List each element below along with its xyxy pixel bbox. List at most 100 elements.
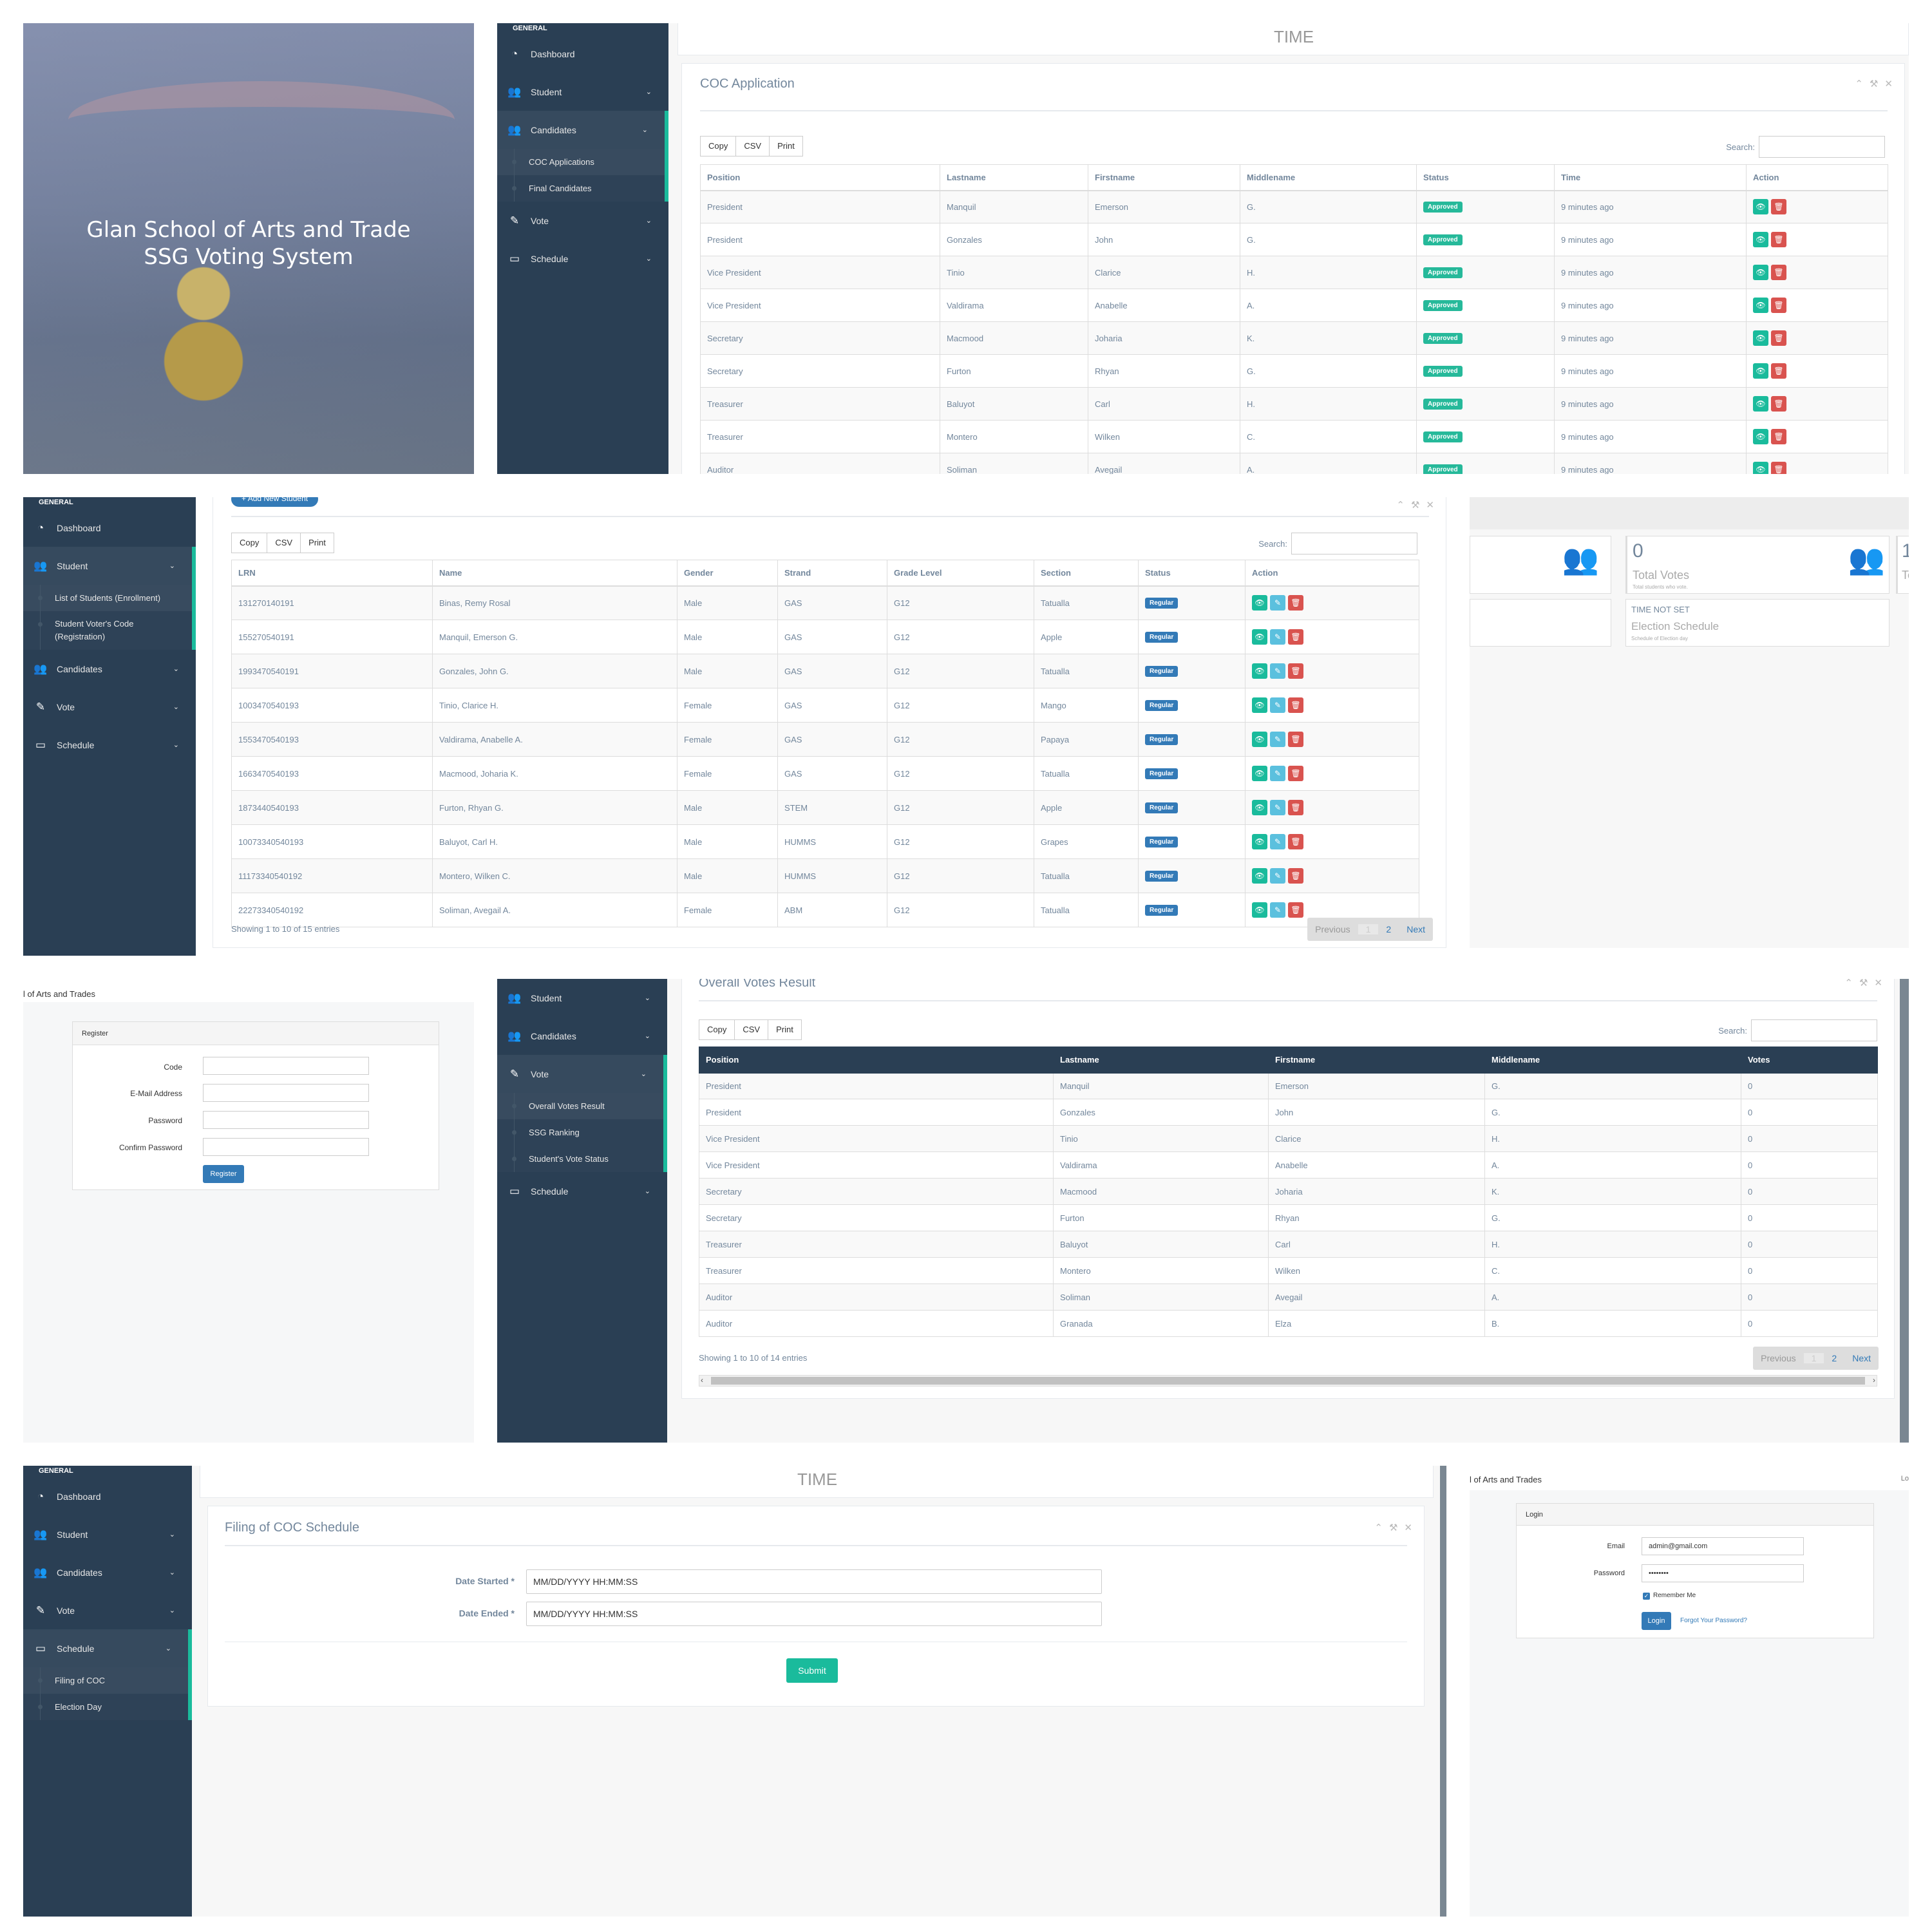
view-icon[interactable]: 👁 [1252,629,1267,645]
date-ended-input[interactable]: MM/DD/YYYY HH:MM:SS [526,1602,1102,1626]
column-header[interactable]: Status [1138,560,1245,587]
sidebar-item-schedule[interactable]: ▭ Schedule ⌄ [497,1172,667,1210]
close-icon[interactable]: ✕ [1884,79,1899,90]
scroll-left-icon[interactable]: ‹ [701,1376,703,1385]
column-header[interactable]: Position [700,164,940,191]
sidebar-item-vote[interactable]: ✎ Vote ⌄ [497,1055,667,1093]
edit-icon[interactable]: ✎ [1270,732,1285,747]
sidebar-item-dashboard[interactable]: ◔ Dashboard [23,1477,192,1515]
panel-tools[interactable]: ⌃⚒✕ [1844,979,1889,989]
right-edge-scrollbar[interactable] [1900,979,1909,1443]
email-field[interactable]: admin@gmail.com [1642,1537,1804,1555]
sidebar-subitem-ssg-ranking[interactable]: SSG Ranking [497,1119,663,1146]
sidebar-item-schedule[interactable]: ▭ Schedule ⌄ [23,1629,192,1667]
password-field[interactable]: •••••••• [1642,1564,1804,1582]
scroll-thumb[interactable] [711,1377,1865,1385]
csv-button[interactable]: CSV [735,136,770,156]
delete-icon[interactable]: 🗑 [1288,732,1303,747]
view-icon[interactable]: 👁 [1252,868,1267,884]
wrench-icon[interactable]: ⚒ [1389,1522,1404,1533]
edit-icon[interactable]: ✎ [1270,834,1285,849]
sidebar-item-vote[interactable]: ✎ Vote ⌄ [23,688,196,726]
column-header[interactable]: Action [1746,164,1888,191]
print-button[interactable]: Print [769,136,803,156]
email-field[interactable] [203,1084,369,1102]
collapse-icon[interactable]: ⌃ [1396,500,1411,511]
column-header[interactable]: Position [699,1046,1054,1074]
delete-icon[interactable]: 🗑 [1288,868,1303,884]
sidebar-item-dashboard[interactable]: ◔ Dashboard [23,509,196,547]
right-edge-scrollbar[interactable] [1440,1466,1446,1917]
view-icon[interactable]: 👁 [1252,800,1267,815]
add-student-button[interactable]: + Add New Student [231,497,319,507]
previous-button[interactable]: Previous [1307,924,1358,934]
delete-icon[interactable]: 🗑 [1771,363,1786,379]
column-header[interactable]: Firstname [1268,1046,1485,1074]
delete-icon[interactable]: 🗑 [1771,462,1786,474]
collapse-icon[interactable]: ⌃ [1374,1522,1389,1533]
edit-icon[interactable]: ✎ [1270,663,1285,679]
column-header[interactable]: Firstname [1088,164,1240,191]
close-icon[interactable]: ✕ [1404,1522,1419,1533]
column-header[interactable]: Grade Level [887,560,1034,587]
edit-icon[interactable]: ✎ [1270,629,1285,645]
delete-icon[interactable]: 🗑 [1288,595,1303,611]
column-header[interactable]: Section [1034,560,1139,587]
column-header[interactable]: Middlename [1484,1046,1741,1074]
sidebar-item-vote[interactable]: ✎ Vote ⌄ [23,1591,192,1629]
column-header[interactable]: Votes [1741,1046,1878,1074]
sidebar-item-schedule[interactable]: ▭ Schedule ⌄ [23,726,196,764]
delete-icon[interactable]: 🗑 [1288,766,1303,781]
sidebar-item-candidates[interactable]: 👥 Candidates ⌄ [497,111,668,149]
view-icon[interactable]: 👁 [1252,902,1267,918]
sidebar-item-dashboard[interactable]: ◔ Dashboard [497,35,668,73]
delete-icon[interactable]: 🗑 [1288,629,1303,645]
collapse-icon[interactable]: ⌃ [1844,979,1859,989]
edit-icon[interactable]: ✎ [1270,868,1285,884]
view-icon[interactable]: 👁 [1753,199,1768,215]
copy-button[interactable]: Copy [231,533,268,553]
sidebar-subitem-list-students[interactable]: List of Students (Enrollment) [23,585,192,611]
view-icon[interactable]: 👁 [1753,462,1768,474]
print-button[interactable]: Print [300,533,334,553]
next-button[interactable]: Next [1844,1353,1879,1363]
sidebar-item-candidates[interactable]: 👥 Candidates ⌄ [23,650,196,688]
csv-button[interactable]: CSV [267,533,301,553]
view-icon[interactable]: 👁 [1753,363,1768,379]
csv-button[interactable]: CSV [734,1019,769,1040]
school-brand[interactable]: l of Arts and Trades [1470,1475,1542,1484]
column-header[interactable]: Middlename [1240,164,1417,191]
column-header[interactable]: Action [1245,560,1419,587]
sidebar-subitem-overall-votes[interactable]: Overall Votes Result [497,1093,663,1119]
view-icon[interactable]: 👁 [1753,232,1768,247]
copy-button[interactable]: Copy [699,1019,735,1040]
horizontal-scrollbar[interactable]: ‹ › [699,1375,1877,1387]
copy-button[interactable]: Copy [700,136,737,156]
column-header[interactable]: Status [1416,164,1555,191]
view-icon[interactable]: 👁 [1252,697,1267,713]
next-button[interactable]: Next [1399,924,1433,934]
edit-icon[interactable]: ✎ [1270,766,1285,781]
view-icon[interactable]: 👁 [1252,766,1267,781]
page-1-button[interactable]: 1 [1358,924,1379,934]
edit-icon[interactable]: ✎ [1270,800,1285,815]
sidebar-item-vote[interactable]: ✎ Vote ⌄ [497,202,668,240]
delete-icon[interactable]: 🗑 [1288,902,1303,918]
sidebar-subitem-coc-applications[interactable]: COC Applications [497,149,665,175]
view-icon[interactable]: 👁 [1252,834,1267,849]
view-icon[interactable]: 👁 [1753,396,1768,412]
page-2-button[interactable]: 2 [1378,924,1399,934]
panel-tools[interactable]: ⌃⚒✕ [1855,78,1899,90]
panel-tools[interactable]: ⌃⚒✕ [1396,499,1441,511]
sidebar-item-schedule[interactable]: ▭ Schedule ⌄ [497,240,668,278]
page-1-button[interactable]: 1 [1803,1353,1824,1363]
column-header[interactable]: Lastname [1053,1046,1269,1074]
sidebar-item-student[interactable]: 👥 Student ⌄ [497,73,668,111]
password-field[interactable] [203,1111,369,1129]
date-started-input[interactable]: MM/DD/YYYY HH:MM:SS [526,1569,1102,1594]
sidebar-subitem-vote-status[interactable]: Student's Vote Status [497,1146,663,1172]
view-icon[interactable]: 👁 [1753,298,1768,313]
sidebar-item-student[interactable]: 👥 Student ⌄ [23,1515,192,1553]
delete-icon[interactable]: 🗑 [1771,232,1786,247]
delete-icon[interactable]: 🗑 [1288,834,1303,849]
